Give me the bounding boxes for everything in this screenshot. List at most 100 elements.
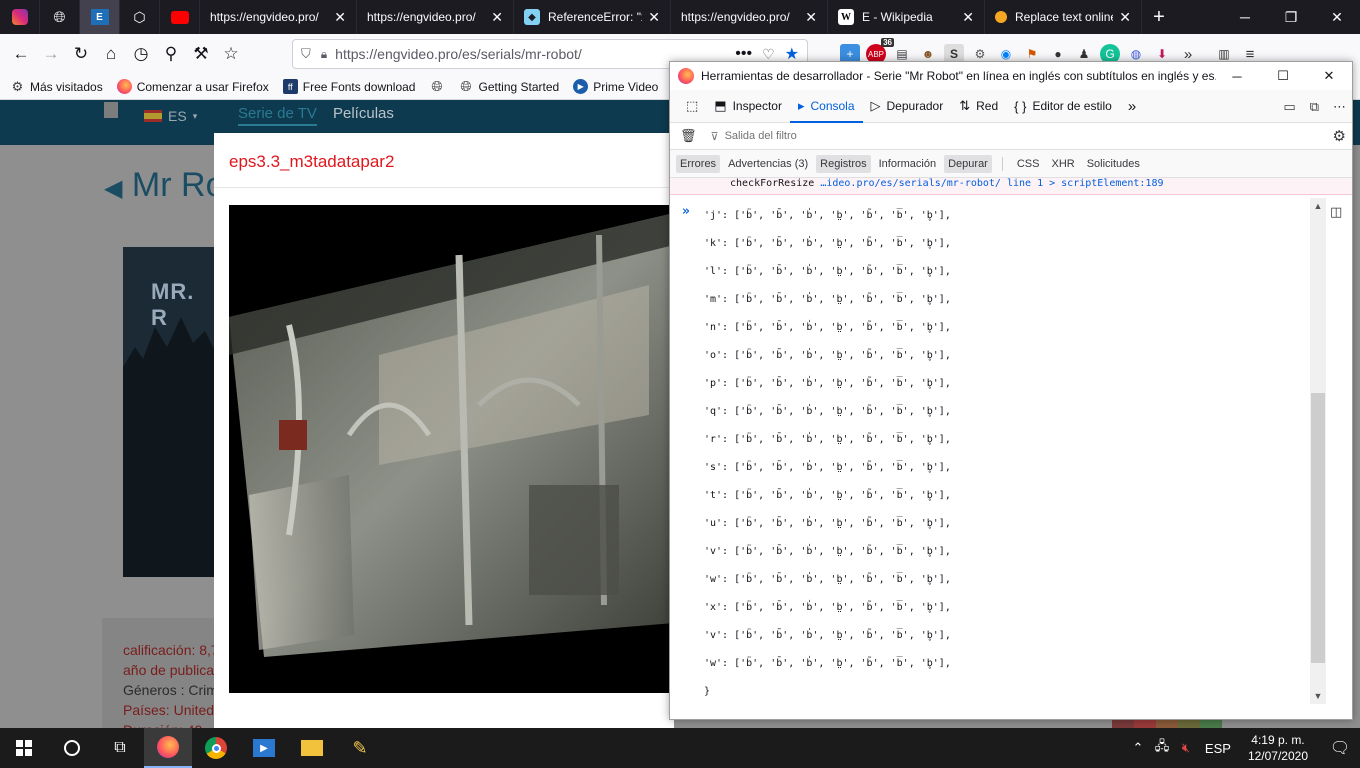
bookmark-globe[interactable]: 🌐︎	[429, 78, 444, 94]
folder-icon	[301, 740, 323, 756]
tab-globe[interactable]: 🌐︎	[40, 0, 80, 34]
tab-replace-text[interactable]: Replace text online ✕	[985, 0, 1142, 34]
tab-inspector[interactable]: ⬒ Inspector	[706, 90, 790, 123]
keyboard-language[interactable]: ESP	[1198, 741, 1238, 756]
taskbar-media-player[interactable]: ▶	[240, 728, 288, 768]
close-icon[interactable]: ✕	[648, 9, 660, 26]
console-line: 'q': ['b̈', 'b̄', 'b̍', 'b̤', 'b̃', 'b̅'…	[704, 406, 951, 417]
tab-engvideo-3[interactable]: https://engvideo.pro/ ✕	[671, 0, 828, 34]
search-taskbar-button[interactable]	[48, 728, 96, 768]
bookmark-free-fonts[interactable]: ff Free Fonts download	[282, 79, 415, 94]
tab-referenceerror[interactable]: ◆ ReferenceError: "x ✕	[514, 0, 671, 34]
console-line: 'w': ['b̈', 'b̄', 'b̍', 'b̤', 'b̃', 'b̅'…	[704, 658, 951, 669]
console-output[interactable]: » 'j': ['b̈', 'b̄', 'b̍', 'b̤', 'b̃', 'b…	[670, 198, 1310, 704]
chevron-up-icon[interactable]: ⌃	[1126, 740, 1150, 756]
bookmark-firefox[interactable]: Comenzar a usar Firefox	[116, 79, 269, 94]
restore-button[interactable]: ❐	[1268, 0, 1314, 34]
maximize-button[interactable]: ☐	[1260, 62, 1306, 90]
tab-extension[interactable]: ⬡	[120, 0, 160, 34]
bookmark-label: Comenzar a usar Firefox	[136, 79, 269, 94]
category-debug[interactable]: Depurar	[944, 154, 992, 173]
back-arrow-icon[interactable]: ◀	[104, 175, 122, 202]
nav-movies[interactable]: Películas	[333, 105, 394, 122]
category-errors[interactable]: Errores	[676, 154, 721, 173]
scroll-up-icon[interactable]: ▲	[1310, 198, 1326, 214]
home-button[interactable]: ⌂	[96, 39, 126, 69]
tab-style-editor[interactable]: { } Editor de estilo	[1006, 90, 1120, 123]
error-source-link[interactable]: …ideo.pro/es/serials/mr-robot/ line 1 > …	[820, 178, 1163, 189]
history-button[interactable]: ◷	[126, 39, 156, 69]
tab-instagram[interactable]	[0, 0, 40, 34]
minimize-button[interactable]: ─	[1214, 62, 1260, 90]
bookmark-getting-started[interactable]: 🌐︎ Getting Started	[458, 78, 559, 94]
taskbar-file-explorer[interactable]	[288, 728, 336, 768]
network-icon: ⇅	[959, 98, 971, 113]
category-css[interactable]: CSS	[1013, 155, 1044, 173]
volume-muted-icon[interactable]: 🔇︎	[1174, 740, 1198, 756]
taskbar-app[interactable]: ✎	[336, 728, 384, 768]
back-button[interactable]: ←	[6, 39, 36, 69]
tab-wikipedia[interactable]: W E - Wikipedia ✕	[828, 0, 985, 34]
tools-button[interactable]: ⚒	[186, 39, 216, 69]
category-warnings[interactable]: Advertencias (3)	[724, 155, 812, 173]
close-icon[interactable]: ✕	[962, 9, 974, 26]
gear-icon[interactable]: ⚙	[1333, 127, 1346, 145]
gear-icon: ⚙	[11, 78, 24, 94]
task-view-button[interactable]: ⧉	[96, 728, 144, 768]
close-icon[interactable]: ✕	[1119, 9, 1131, 26]
close-window-button[interactable]: ✕	[1314, 0, 1360, 34]
scroll-down-icon[interactable]: ▼	[1310, 688, 1326, 704]
pen-tool-icon: ✎	[352, 737, 368, 758]
close-icon[interactable]: ✕	[334, 9, 346, 26]
mdn-icon: ◆	[524, 9, 540, 25]
lock-icon[interactable]: 🔒︎	[321, 47, 327, 62]
category-xhr[interactable]: XHR	[1047, 155, 1078, 173]
scrollbar-thumb[interactable]	[1311, 393, 1325, 663]
taskbar-chrome[interactable]	[192, 728, 240, 768]
video-player[interactable]	[229, 205, 674, 693]
search-button[interactable]: ⚲	[156, 39, 186, 69]
url-text[interactable]: https://engvideo.pro/es/serials/mr-robot…	[335, 46, 735, 62]
clock[interactable]: 4:19 p. m. 12/07/2020	[1248, 732, 1308, 764]
close-icon[interactable]: ✕	[805, 9, 817, 26]
tab-youtube[interactable]	[160, 0, 200, 34]
sidebar-toggle-icon[interactable]: ◫	[1330, 204, 1342, 220]
taskbar-firefox[interactable]	[144, 728, 192, 768]
tab-debugger[interactable]: ▷ Depurador	[863, 90, 952, 123]
bookmark-most-visited[interactable]: ⚙ Más visitados	[10, 79, 103, 94]
console-scrollbar[interactable]: ▲ ▼	[1310, 198, 1326, 704]
network-icon[interactable]: 🖧︎	[1150, 737, 1174, 759]
bookmarks-button[interactable]: ☆	[216, 39, 246, 69]
devtools-window: Herramientas de desarrollador - Serie "M…	[669, 61, 1353, 720]
tab-engvideo-2[interactable]: https://engvideo.pro/ ✕	[357, 0, 514, 34]
pocket-icon[interactable]: ♡	[762, 46, 775, 63]
trash-icon[interactable]: 🗑︎	[680, 128, 697, 144]
close-icon[interactable]: ✕	[491, 9, 503, 26]
reload-button[interactable]: ↻	[66, 39, 96, 69]
category-requests[interactable]: Solicitudes	[1083, 155, 1144, 173]
filter-input[interactable]: Salida del filtro	[725, 130, 797, 142]
category-logs[interactable]: Registros	[816, 154, 871, 173]
category-info[interactable]: Información	[875, 155, 940, 173]
engvideo-icon: E	[90, 9, 109, 25]
shield-icon[interactable]: ⛉	[301, 46, 311, 62]
tab-engvideo-1[interactable]: https://engvideo.pro/ ✕	[200, 0, 357, 34]
start-button[interactable]	[0, 728, 48, 768]
dock-icon[interactable]: ⧉	[1310, 99, 1319, 115]
bookmark-prime-video[interactable]: ▶ Prime Video	[573, 79, 658, 94]
language-selector[interactable]: ES ▾	[144, 108, 197, 124]
nav-tv-series[interactable]: Serie de TV	[238, 105, 317, 126]
element-picker-button[interactable]: ⬚	[678, 90, 706, 123]
more-options-icon[interactable]: ⋯	[1333, 99, 1346, 115]
split-console-icon[interactable]: ▭	[1283, 99, 1295, 115]
forward-button[interactable]: →	[36, 39, 66, 69]
tab-network[interactable]: ⇅ Red	[951, 90, 1006, 123]
tab-engvideo[interactable]: E	[80, 0, 120, 34]
new-tab-button[interactable]: +	[1142, 0, 1176, 34]
minimize-button[interactable]: ─	[1222, 0, 1268, 34]
more-tools-button[interactable]: »	[1120, 90, 1144, 123]
close-window-button[interactable]: ✕	[1306, 62, 1352, 90]
notification-icon[interactable]: 🗨︎	[1320, 738, 1360, 758]
site-logo-icon	[104, 102, 118, 118]
tab-console[interactable]: ▸ Consola	[789, 90, 863, 123]
